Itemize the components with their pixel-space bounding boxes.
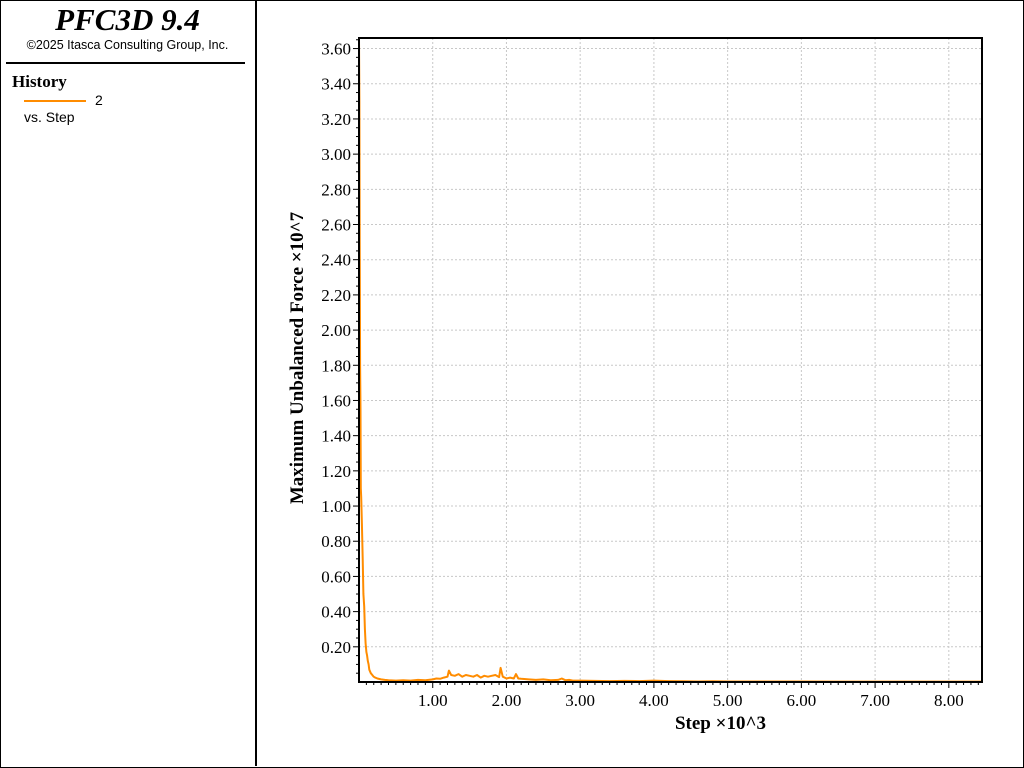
y-tick-label: 0.60 xyxy=(321,567,351,586)
y-tick-label: 0.40 xyxy=(321,603,351,622)
y-tick-label: 0.80 xyxy=(321,532,351,551)
legend-series-name: 2 xyxy=(95,92,103,108)
x-tick-label: 8.00 xyxy=(934,691,964,710)
y-tick-label: 3.20 xyxy=(321,110,351,129)
x-tick-label: 3.00 xyxy=(565,691,595,710)
series-line-2 xyxy=(358,39,982,683)
axis-ticks xyxy=(353,39,979,688)
x-tick-label: 4.00 xyxy=(639,691,669,710)
legend-series-swatch xyxy=(24,100,86,102)
y-tick-label: 1.00 xyxy=(321,497,351,516)
x-tick-label: 1.00 xyxy=(418,691,448,710)
grid-lines xyxy=(359,38,982,682)
tick-labels: 1.00 2.00 3.00 4.00 5.00 6.00 7.00 8.00 0.20 0.40… xyxy=(321,40,963,710)
y-tick-label: 0.20 xyxy=(321,638,351,657)
app-title: PFC3D 9.4 xyxy=(55,2,200,37)
y-tick-label: 1.40 xyxy=(321,427,351,446)
y-tick-label: 3.40 xyxy=(321,75,351,94)
y-tick-label: 2.00 xyxy=(321,321,351,340)
y-tick-label: 1.80 xyxy=(321,356,351,375)
series-lines xyxy=(358,39,982,683)
divider xyxy=(6,62,245,64)
y-tick-label: 2.40 xyxy=(321,251,351,270)
legend-panel: PFC3D 9.4 ©2025 Itasca Consulting Group,… xyxy=(0,0,257,766)
x-axis-label: Step ×10^3 xyxy=(675,713,766,734)
y-tick-label: 3.00 xyxy=(321,145,351,164)
x-tick-label: 6.00 xyxy=(786,691,816,710)
plot-area-border xyxy=(358,37,983,683)
history-chart: 1.00 2.00 3.00 4.00 5.00 6.00 7.00 8.00 0.20 0.40… xyxy=(287,37,983,734)
y-tick-label: 1.20 xyxy=(321,462,351,481)
y-tick-label: 2.20 xyxy=(321,286,351,305)
y-tick-label: 2.60 xyxy=(321,216,351,235)
x-tick-label: 2.00 xyxy=(492,691,522,710)
copyright-text: ©2025 Itasca Consulting Group, Inc. xyxy=(26,38,229,52)
y-tick-label: 3.60 xyxy=(321,40,351,59)
y-tick-label: 2.80 xyxy=(321,180,351,199)
legend-title: History xyxy=(12,72,67,91)
y-axis-label: Maximum Unbalanced Force ×10^7 xyxy=(287,211,308,504)
y-tick-label: 1.60 xyxy=(321,391,351,410)
x-tick-label: 7.00 xyxy=(860,691,890,710)
legend-series-subtitle: vs. Step xyxy=(24,109,75,125)
x-tick-label: 5.00 xyxy=(713,691,743,710)
